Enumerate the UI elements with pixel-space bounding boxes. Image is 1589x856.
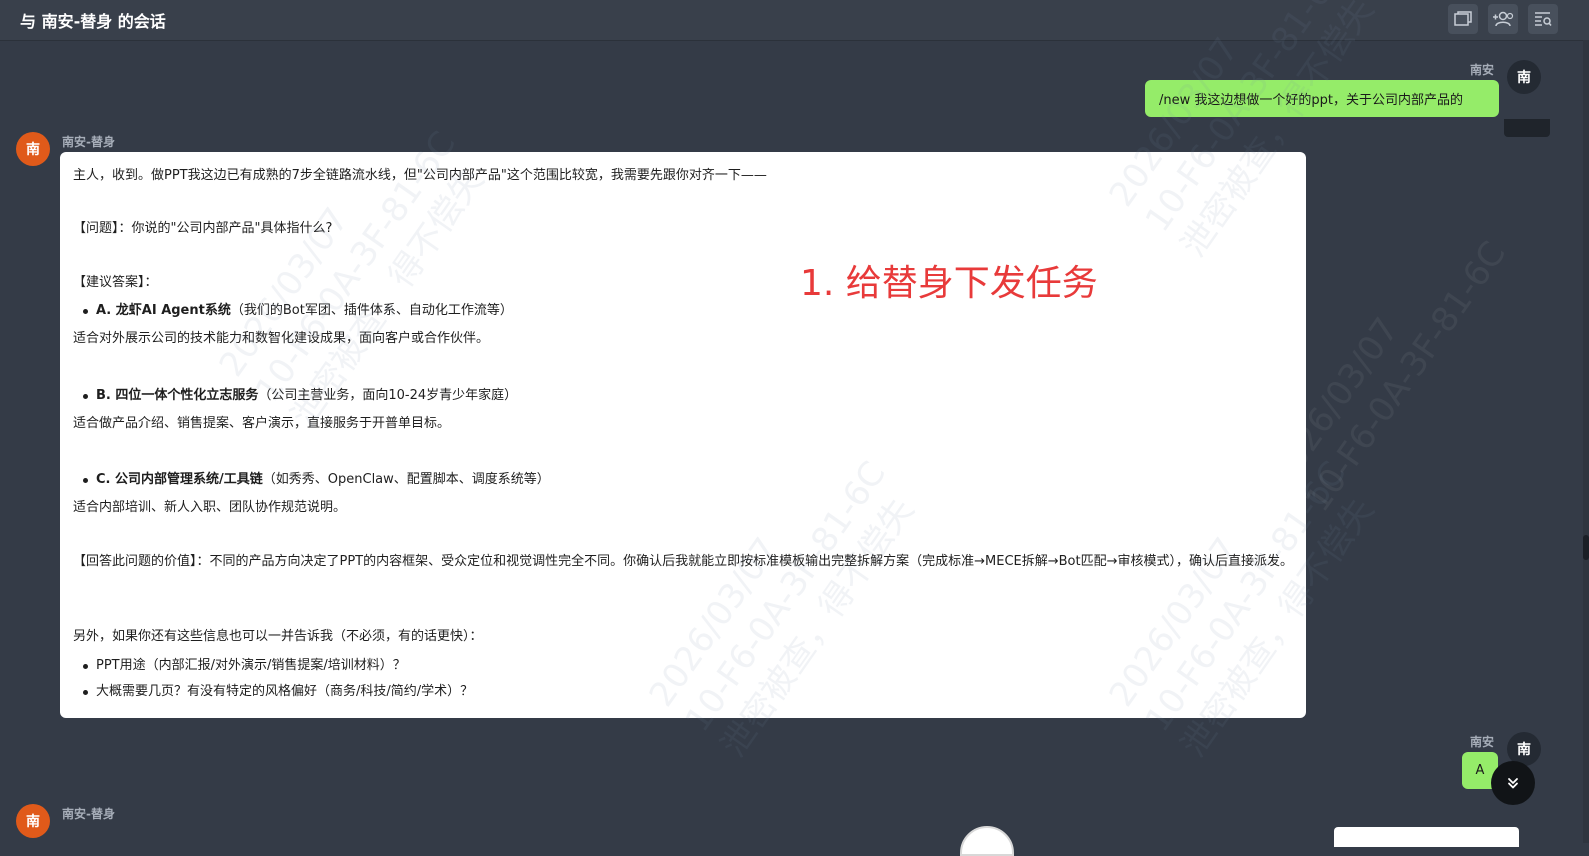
message-text: /new 我这边想做一个好的ppt，关于公司内部产品的 [1159,93,1463,108]
avatar[interactable]: 南 [1507,60,1541,94]
chevron-down-icon [1508,778,1518,789]
option-title: C. 公司内部管理系统/工具链 [96,472,263,487]
list-item: PPT用途（内部汇报/对外演示/销售提案/培训材料）？ [83,658,406,673]
option-description: 适合做产品介绍、销售提案、客户演示，直接服务于开普单目标。 [73,416,451,431]
message-intro: 主人，收到。做PPT我这边已有成熟的7步全链路流水线，但"公司内部产品"这个范围… [73,168,767,183]
message-text: A [1475,763,1485,778]
option-description: 适合内部培训、新人入职、团队协作规范说明。 [73,500,347,515]
extra-intro: 另外，如果你还有这些信息也可以一并告诉我（不必须，有的话更快）： [73,629,483,644]
sender-name: 南安 [1470,63,1495,77]
value-paragraph: 【回答此问题的价值】：不同的产品方向决定了PPT的内容框架、受众定位和视觉调性完… [73,554,1293,569]
option-title: B. 四位一体个性化立志服务 [96,388,259,403]
list-item: 大概需要几页？有没有特定的风格偏好（商务/科技/简约/学术）？ [82,684,474,699]
user-message-bubble[interactable]: /new 我这边想做一个好的ppt，关于公司内部产品的 [1145,80,1499,117]
scrollbar[interactable] [1583,40,1589,843]
message-action-button[interactable] [1504,119,1550,137]
option-detail: （我们的Bot军团、插件体系、自动化工作流等） [230,303,513,318]
question-text: 【问题】：你说的"公司内部产品"具体指什么? [73,221,333,236]
message-preview [1334,827,1519,847]
scrollbar-thumb[interactable] [1583,535,1589,560]
list-item: C. 公司内部管理系统/工具链（如秀秀、OpenClaw、配置脚本、调度系统等） [83,471,550,489]
option-detail: （公司主营业务，面向10-24岁青少年家庭） [258,388,518,403]
avatar[interactable]: 南 [16,132,50,166]
scroll-to-bottom-button[interactable] [1491,761,1535,805]
suggest-title: 【建议答案】： [73,275,158,290]
search-list-icon[interactable] [1528,4,1558,34]
chat-title: 与 南安-替身 的会话 [20,12,166,31]
sender-name: 南安 [1470,735,1495,749]
add-member-icon[interactable] [1488,4,1518,34]
list-item: A. 龙虾AI Agent系统（我们的Bot军团、插件体系、自动化工作流等） [83,302,513,320]
sender-name: 南安-替身 [62,135,115,149]
chat-header: 与 南安-替身 的会话 [0,0,1589,41]
option-detail: （如秀秀、OpenClaw、配置脚本、调度系统等） [262,472,550,487]
sender-name: 南安-替身 [62,807,115,821]
window-icon[interactable] [1448,4,1478,34]
avatar[interactable] [960,826,1014,856]
option-description: 适合对外展示公司的技术能力和数智化建设成果，面向客户或合作伙伴。 [73,331,490,346]
annotation-label: 1. 给替身下发任务 [800,263,1098,304]
list-item: B. 四位一体个性化立志服务（公司主营业务，面向10-24岁青少年家庭） [82,387,518,405]
avatar[interactable]: 南 [16,804,50,838]
bot-message-card: 主人，收到。做PPT我这边已有成熟的7步全链路流水线，但"公司内部产品"这个范围… [60,152,1306,718]
option-title: A. 龙虾AI Agent系统 [96,303,231,318]
